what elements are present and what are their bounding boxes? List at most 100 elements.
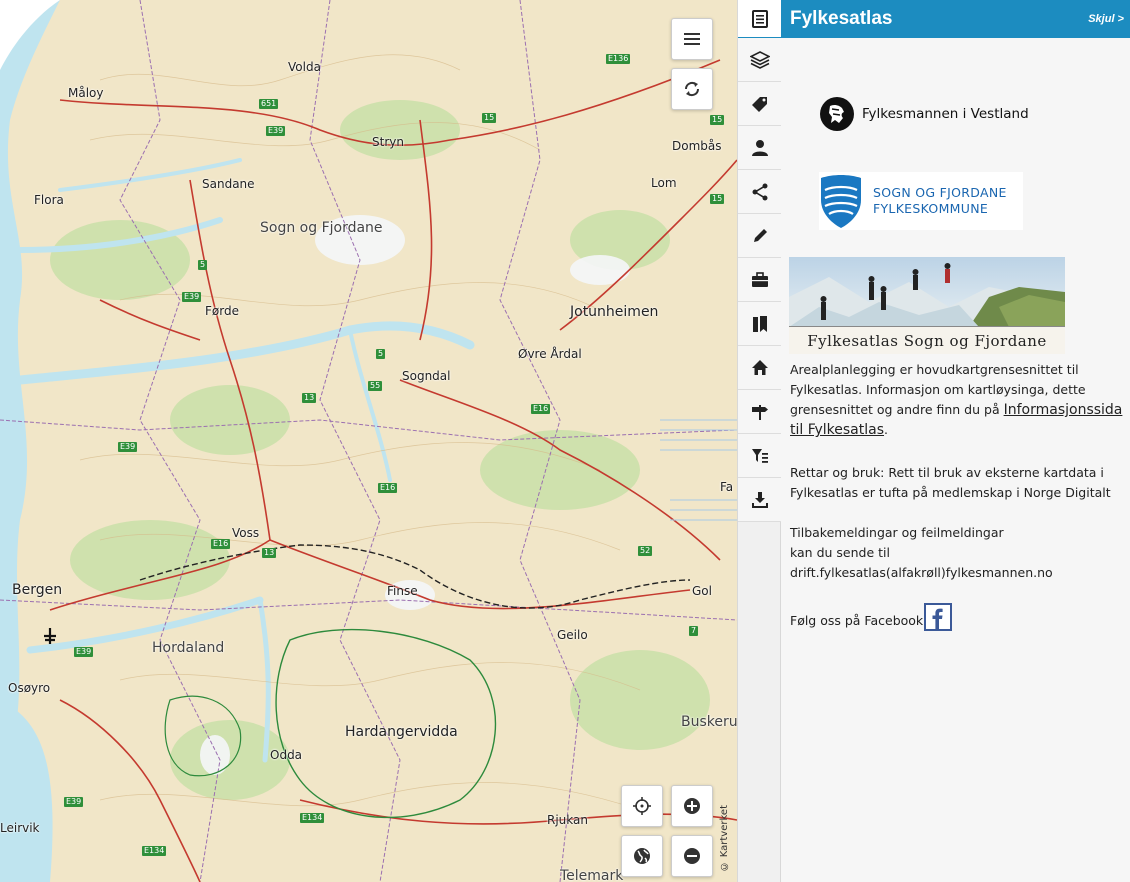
- coat-of-arms-icon: [820, 97, 854, 131]
- road-shield: 15: [482, 113, 497, 123]
- bookmark-icon: [753, 315, 767, 332]
- tool-tag[interactable]: [738, 82, 782, 126]
- panel-title: Fylkesatlas: [790, 8, 893, 29]
- share-icon: [752, 183, 768, 200]
- tool-download[interactable]: [738, 478, 782, 522]
- place-label: Fa: [720, 480, 734, 494]
- fylkesmannen-logo: Fylkesmannen i Vestland: [819, 96, 1029, 132]
- road-shield: 52: [638, 546, 653, 556]
- road-shield: E39: [182, 292, 202, 302]
- road-shield: 55: [368, 381, 383, 391]
- rights-paragraph: Rettar og bruk: Rett til bruk av ekstern…: [790, 465, 1111, 500]
- full-extent-button[interactable]: [621, 835, 663, 877]
- refresh-icon: [684, 81, 700, 97]
- map-view[interactable]: Måloy Volda Stryn Dombås Lom Sandane Flo…: [0, 0, 737, 882]
- tool-draw[interactable]: [738, 214, 782, 258]
- tool-layers[interactable]: [738, 38, 782, 82]
- globe-icon: [634, 848, 650, 864]
- road-shield: 13: [262, 548, 277, 558]
- map-menu-button[interactable]: [671, 18, 713, 60]
- road-shield: 15: [710, 115, 725, 125]
- road-shield: E39: [118, 442, 138, 452]
- place-label: Voss: [232, 526, 260, 540]
- feedback-line: Tilbakemeldingar og feilmeldingar: [790, 525, 1004, 540]
- place-label: Sogndal: [402, 369, 451, 383]
- region-label: Sogn og Fjordane: [260, 220, 383, 236]
- fylkesatlas-banner: Fylkesatlas Sogn og Fjordane: [789, 257, 1065, 354]
- road-shield: E134: [300, 813, 325, 823]
- hamburger-icon: [684, 33, 700, 45]
- road-shield: E134: [142, 846, 167, 856]
- hide-panel-link[interactable]: Skjul >: [1088, 13, 1124, 25]
- road-shield: 13: [302, 393, 317, 403]
- road-shield: E39: [266, 126, 286, 136]
- fylkesmannen-name: Fylkesmannen i Vestland: [862, 106, 1029, 122]
- road-shield: 5: [198, 260, 208, 270]
- place-label: Gol: [692, 584, 712, 598]
- road-shield: E16: [211, 539, 231, 549]
- place-label: Volda: [288, 60, 321, 74]
- place-label: Dombås: [672, 139, 722, 153]
- tool-info[interactable]: [738, 0, 782, 38]
- place-label: Jotunheimen: [570, 304, 659, 320]
- my-location-button[interactable]: [621, 785, 663, 827]
- place-label: Flora: [34, 193, 64, 207]
- road-shield: E136: [606, 54, 631, 64]
- road-shield: E39: [74, 647, 94, 657]
- layers-icon: [750, 50, 770, 69]
- panel-header: Fylkesatlas Skjul >: [781, 0, 1130, 38]
- place-label: Finse: [387, 584, 418, 598]
- download-icon: [752, 491, 768, 508]
- tool-signpost[interactable]: [738, 390, 782, 434]
- fylkeskommune-logo: SOGN OG FJORDANE FYLKESKOMMUNE: [819, 172, 1023, 230]
- tool-home[interactable]: [738, 346, 782, 390]
- facebook-text: Følg oss på Facebook: [790, 613, 924, 628]
- region-label: Buskeru: [681, 714, 737, 730]
- region-label: Hordaland: [152, 640, 225, 656]
- road-shield: 5: [376, 349, 386, 359]
- facebook-paragraph: Følg oss på Facebook: [790, 603, 1126, 631]
- place-label: Førde: [205, 304, 239, 318]
- filter-icon: [752, 448, 768, 463]
- app: Måloy Volda Stryn Dombås Lom Sandane Flo…: [0, 0, 1130, 882]
- map-attribution: © Kartverket: [719, 805, 730, 872]
- map-refresh-button[interactable]: [671, 68, 713, 110]
- map-canvas[interactable]: [0, 0, 737, 882]
- tool-filter[interactable]: [738, 434, 782, 478]
- road-shield: 7: [689, 626, 699, 636]
- tool-share[interactable]: [738, 170, 782, 214]
- place-label: Osøyro: [8, 681, 51, 695]
- place-label: Bergen: [12, 582, 63, 598]
- feedback-line: kan du sende til: [790, 545, 890, 560]
- zoom-in-button[interactable]: [671, 785, 713, 827]
- place-label: Sandane: [202, 177, 255, 191]
- crosshair-icon: [633, 797, 651, 815]
- road-shield: 15: [710, 194, 725, 204]
- tool-user[interactable]: [738, 126, 782, 170]
- tool-bar: [737, 0, 782, 882]
- user-icon: [752, 139, 768, 156]
- fylkeskommune-line1: SOGN OG FJORDANE: [873, 185, 1007, 200]
- pencil-icon: [754, 228, 767, 242]
- tool-bookmarks[interactable]: [738, 302, 782, 346]
- place-label: Lom: [651, 176, 677, 190]
- briefcase-icon: [752, 271, 768, 287]
- place-label: Odda: [270, 748, 303, 762]
- facebook-link[interactable]: [924, 603, 953, 631]
- minus-circle-icon: [684, 848, 700, 864]
- place-label: Måloy: [68, 86, 104, 100]
- fylkeskommune-line2: FYLKESKOMMUNE: [873, 201, 989, 216]
- intro-paragraph: Arealplanlegging er hovudkartgrensesnitt…: [790, 360, 1126, 440]
- place-label: Hardangervidda: [345, 724, 458, 740]
- road-shield: E39: [64, 797, 84, 807]
- place-label: Geilo: [557, 628, 588, 642]
- place-label: Øvre Årdal: [518, 347, 582, 361]
- banner-caption: Fylkesatlas Sogn og Fjordane: [789, 326, 1065, 354]
- info-panel: Fylkesatlas Skjul > Fylkesmannen i Vestl…: [781, 0, 1130, 882]
- tool-briefcase[interactable]: [738, 258, 782, 302]
- place-label: Rjukan: [547, 813, 588, 827]
- zoom-out-button[interactable]: [671, 835, 713, 877]
- road-shield: 651: [259, 99, 279, 109]
- feedback-paragraph: Tilbakemeldingar og feilmeldingar kan du…: [790, 523, 1126, 583]
- facebook-icon: [932, 608, 943, 629]
